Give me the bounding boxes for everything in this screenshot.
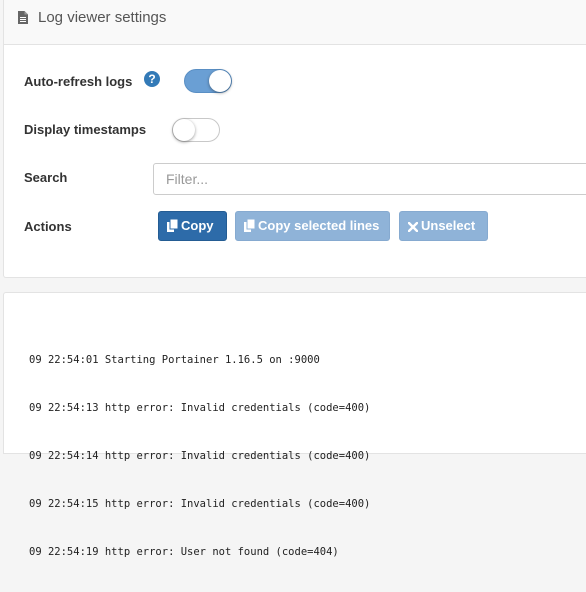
log-viewer-settings-panel: Log viewer settings Auto-refresh logs ? … bbox=[3, 0, 586, 278]
unselect-button[interactable]: Unselect bbox=[399, 211, 488, 241]
copy-icon bbox=[244, 218, 256, 232]
file-icon bbox=[18, 11, 28, 24]
copy-icon bbox=[167, 218, 179, 232]
actions-label: Actions bbox=[24, 219, 72, 234]
auto-refresh-toggle[interactable] bbox=[184, 69, 232, 93]
panel-header: Log viewer settings bbox=[4, 0, 586, 45]
display-timestamps-label: Display timestamps bbox=[24, 122, 147, 137]
copy-button-label: Copy bbox=[181, 218, 214, 233]
auto-refresh-label: Auto-refresh logs bbox=[24, 74, 133, 89]
page-title: Log viewer settings bbox=[38, 9, 167, 26]
log-lines: 09 22:54:01 Starting Portainer 1.16.5 on… bbox=[29, 320, 370, 592]
log-line[interactable]: 09 22:54:01 Starting Portainer 1.16.5 on… bbox=[29, 352, 370, 368]
toggle-knob bbox=[173, 119, 195, 141]
toggle-knob bbox=[209, 70, 231, 92]
log-line[interactable]: 09 22:54:15 http error: Invalid credenti… bbox=[29, 496, 370, 512]
question-circle-icon[interactable]: ? bbox=[144, 71, 160, 87]
search-label: Search bbox=[24, 170, 68, 185]
display-timestamps-toggle[interactable] bbox=[172, 118, 220, 142]
log-line[interactable]: 09 22:54:13 http error: Invalid credenti… bbox=[29, 400, 370, 416]
log-output-panel[interactable]: 09 22:54:01 Starting Portainer 1.16.5 on… bbox=[3, 292, 586, 558]
log-line[interactable]: 09 22:54:14 http error: Invalid credenti… bbox=[29, 448, 370, 464]
copy-button[interactable]: Copy bbox=[158, 211, 227, 241]
search-input[interactable] bbox=[153, 163, 586, 195]
times-icon bbox=[407, 221, 419, 233]
copy-selected-lines-button[interactable]: Copy selected lines bbox=[235, 211, 390, 241]
copy-selected-label: Copy selected lines bbox=[258, 218, 380, 233]
log-line[interactable]: 09 22:54:19 http error: User not found (… bbox=[29, 544, 370, 560]
unselect-label: Unselect bbox=[421, 218, 476, 233]
